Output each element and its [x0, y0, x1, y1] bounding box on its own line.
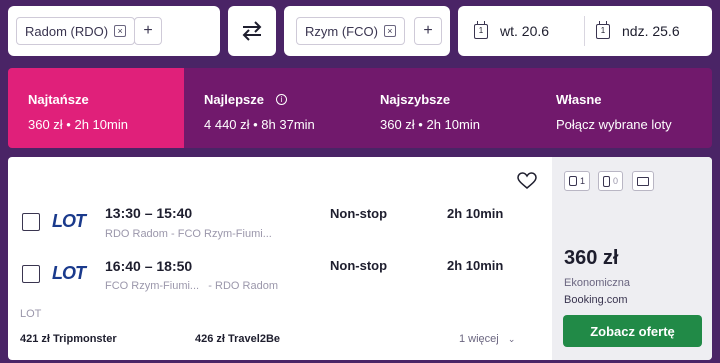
result-card: 1 0 LOT 13:30 – 15:40 RDO Radom - FCO Rz…: [8, 157, 712, 360]
total-price: 360 zł: [564, 247, 619, 269]
view-offer-button[interactable]: Zobacz ofertę: [563, 315, 702, 347]
depart-date-field[interactable]: 1 wt. 20.6: [474, 20, 550, 39]
cabin-bag-icon: [569, 176, 577, 186]
airline-logo: LOT: [52, 211, 86, 231]
seat-badge: [632, 171, 654, 191]
checked-bag-count: 0: [613, 176, 619, 186]
add-destination-button[interactable]: +: [414, 17, 442, 45]
tab-summary: 360 zł • 2h 10min: [380, 117, 480, 132]
heart-icon[interactable]: [517, 172, 537, 190]
alt-offer-price: 421 zł: [20, 333, 50, 345]
cabin-bag-count: 1: [580, 176, 586, 186]
route-to: FCO Rzym-Fiumi...: [177, 228, 272, 240]
carrier-name: LOT: [20, 308, 42, 320]
destination-chip[interactable]: Rzym (FCO) ×: [296, 17, 405, 45]
tab-best[interactable]: Najlepsze i 4 440 zł • 8h 37min: [184, 68, 360, 148]
flight-time: 13:30 – 15:40: [105, 205, 193, 221]
route-from: RDO Radom: [105, 228, 168, 240]
calendar-icon: 1: [474, 20, 488, 39]
stops: Non-stop: [330, 206, 388, 221]
more-offers-link[interactable]: 1 więcej ⌄: [459, 333, 515, 345]
cabin-class: Ekonomiczna: [564, 277, 631, 289]
dates-box: 1 wt. 20.6 1 ndz. 25.6: [458, 6, 712, 56]
tab-custom[interactable]: Własne Połącz wybrane loty: [536, 68, 712, 148]
seat-icon: [637, 176, 649, 186]
swap-button[interactable]: [228, 6, 276, 56]
duration: 2h 10min: [447, 258, 504, 273]
add-origin-button[interactable]: +: [134, 17, 162, 45]
origin-label: Radom (RDO): [25, 23, 109, 39]
tab-title: Własne: [556, 92, 602, 107]
tab-title: Najszybsze: [380, 92, 451, 107]
checked-bag-badge: 0: [598, 171, 624, 191]
sort-tabs: Najtańsze 360 zł • 2h 10min Najlepsze i 4…: [8, 68, 712, 148]
tab-summary: 360 zł • 2h 10min: [28, 117, 128, 132]
alt-offer[interactable]: 421 zł Tripmonster: [20, 333, 117, 345]
tab-cheapest[interactable]: Najtańsze 360 zł • 2h 10min: [8, 68, 184, 148]
origin-box[interactable]: Radom (RDO) × +: [8, 6, 220, 56]
route-to: RDO Radom: [215, 280, 278, 292]
tab-fastest[interactable]: Najszybsze 360 zł • 2h 10min: [360, 68, 536, 148]
alt-offer-price: 426 zł: [195, 333, 225, 345]
remove-origin-icon[interactable]: ×: [114, 25, 127, 37]
tab-title: Najtańsze: [28, 92, 89, 107]
flight-route: RDO Radom - FCO Rzym-Fiumi...: [105, 228, 272, 240]
flight-time: 16:40 – 18:50: [105, 258, 193, 274]
chevron-down-icon: ⌄: [507, 334, 516, 344]
airline-logo: LOT: [52, 263, 86, 283]
calendar-icon: 1: [596, 20, 610, 39]
alt-offer[interactable]: 426 zł Travel2Be: [195, 333, 280, 345]
seller-name: Booking.com: [564, 294, 628, 306]
stops: Non-stop: [330, 258, 388, 273]
route-separator: -: [171, 228, 178, 240]
checked-bag-icon: [603, 175, 610, 187]
remove-destination-icon[interactable]: ×: [383, 25, 396, 37]
tab-summary: 4 440 zł • 8h 37min: [204, 117, 315, 132]
tab-summary: Połącz wybrane loty: [556, 117, 672, 132]
return-date: ndz. 25.6: [622, 23, 680, 39]
return-date-field[interactable]: 1 ndz. 25.6: [596, 20, 680, 39]
origin-chip[interactable]: Radom (RDO) ×: [16, 17, 136, 45]
alt-offer-provider: Tripmonster: [53, 333, 117, 345]
more-offers-label: 1 więcej: [459, 333, 499, 345]
duration: 2h 10min: [447, 206, 504, 221]
destination-label: Rzym (FCO): [305, 23, 378, 39]
route-from: FCO Rzym-Fiumi...: [105, 280, 200, 292]
depart-date: wt. 20.6: [500, 23, 550, 39]
route-separator: -: [202, 280, 216, 292]
alt-offer-provider: Travel2Be: [228, 333, 281, 345]
flight-route: FCO Rzym-Fiumi... - RDO Radom: [105, 280, 278, 292]
info-icon[interactable]: i: [275, 94, 287, 105]
cabin-bag-badge: 1: [564, 171, 591, 191]
date-divider: [584, 16, 585, 46]
flight-checkbox[interactable]: [22, 265, 40, 283]
flight-checkbox[interactable]: [22, 213, 40, 231]
destination-box[interactable]: Rzym (FCO) × +: [284, 6, 450, 56]
swap-icon: [242, 21, 262, 41]
tab-title: Najlepsze: [204, 92, 264, 107]
